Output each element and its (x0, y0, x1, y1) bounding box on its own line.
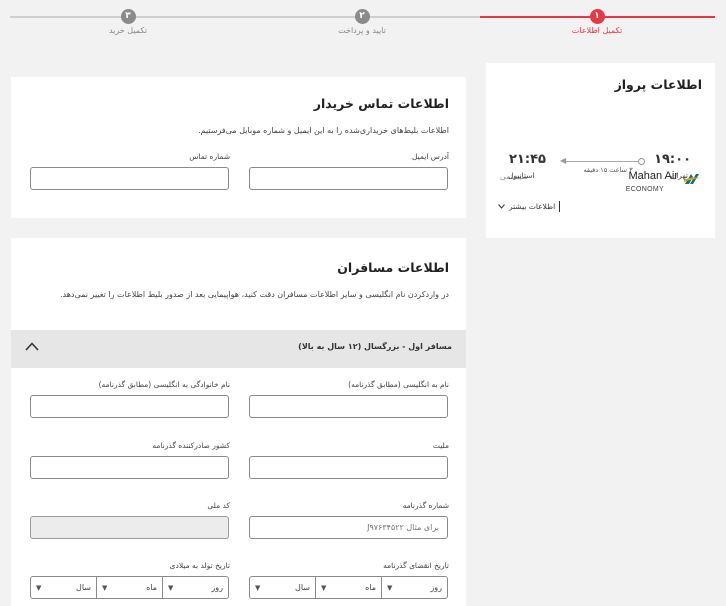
more-info-toggle[interactable]: اطلاعات بیشتر (498, 201, 561, 212)
departure-time: ۱۹:۰۰ (654, 152, 691, 167)
issuing-country-field[interactable] (30, 456, 229, 479)
step-label: تکمیل خرید (108, 26, 148, 35)
progress-stepper: ۱ تکمیل اطلاعات ۲ تایید و پرداخت ۳ تکمیل… (0, 0, 726, 46)
step-number: ۱ (589, 9, 605, 24)
phone-field[interactable] (30, 167, 229, 190)
step-number: ۳ (120, 9, 136, 24)
arrival-time: ۲۱:۴۵ (509, 152, 546, 167)
chevron-up-icon[interactable] (25, 342, 39, 351)
text-cursor (559, 201, 561, 212)
caret-down-icon: ▼ (321, 583, 327, 592)
chevron-down-icon (498, 204, 505, 209)
passport-number-field[interactable] (249, 516, 448, 539)
contact-title: اطلاعات تماس خریدار (313, 96, 449, 111)
expiry-month-select[interactable]: ماه ▼ (315, 577, 381, 598)
flight-info-card: اطلاعات پرواز Mahan Air ECONOMY سیستمی ۱… (486, 63, 715, 238)
route-origin-dot (638, 158, 645, 165)
route-line (562, 161, 642, 162)
caret-down-icon: ▼ (168, 583, 174, 592)
flight-duration: ۳ ساعت ۱۵ دقیقه (583, 166, 633, 174)
step-confirm-pay[interactable]: ۲ تایید و پرداخت (302, 9, 422, 35)
caret-down-icon: ▼ (255, 583, 261, 592)
departure-city: تهران (670, 171, 688, 180)
passenger-title: مسافر اول - بزرگسال (۱۲ سال به بالا) (298, 342, 452, 351)
nationality-label: ملیت (432, 441, 449, 450)
more-info-label: اطلاعات بیشتر (509, 202, 556, 211)
passenger-info-card: اطلاعات مسافران در واردکردن نام انگلیسی … (11, 238, 466, 606)
first-name-field[interactable] (249, 395, 448, 418)
email-field[interactable] (249, 167, 448, 190)
cabin-class: ECONOMY (625, 186, 664, 193)
caret-down-icon: ▼ (102, 583, 108, 592)
first-name-label: نام به انگلیسی (مطابق گذرنامه) (348, 380, 449, 389)
passport-expiry-label: تاریخ انقضای گذرنامه (383, 561, 449, 570)
issuing-country-label: کشور صادرکننده گذرنامه (152, 441, 230, 450)
step-label: تایید و پرداخت (338, 26, 386, 35)
flight-info-title: اطلاعات پرواز (614, 77, 702, 92)
passengers-description: در واردکردن نام انگلیسی و سایر اطلاعات م… (59, 290, 449, 299)
step-label: تکمیل اطلاعات (571, 26, 623, 35)
expiry-year-select[interactable]: سال ▼ (250, 577, 315, 598)
expiry-day-select[interactable]: روز ▼ (381, 577, 447, 598)
last-name-label: نام خانوادگی به انگلیسی (مطابق گذرنامه) (98, 380, 230, 389)
step-complete-purchase[interactable]: ۳ تکمیل خرید (68, 9, 188, 35)
passport-number-label: شماره گذرنامه (402, 501, 449, 510)
birth-date-label: تاریخ تولد به میلادی (169, 561, 230, 570)
nationality-field[interactable] (249, 456, 448, 479)
step-number: ۲ (354, 9, 370, 24)
last-name-field[interactable] (30, 395, 229, 418)
passport-expiry-date: روز ▼ ماه ▼ سال ▼ (249, 576, 448, 599)
birth-date: روز ▼ ماه ▼ سال ▼ (30, 576, 229, 599)
step-complete-info[interactable]: ۱ تکمیل اطلاعات (537, 9, 657, 35)
birth-day-select[interactable]: روز ▼ (162, 577, 228, 598)
birth-month-select[interactable]: ماه ▼ (96, 577, 162, 598)
contact-description: اطلاعات بلیط‌های خریداری‌شده را به این ا… (198, 126, 449, 135)
caret-down-icon: ▼ (36, 583, 42, 592)
passengers-title: اطلاعات مسافران (337, 260, 449, 275)
arrow-left-icon: ◀ (560, 156, 567, 165)
national-code-label: کد ملی (207, 501, 230, 510)
passenger-accordion-header[interactable]: مسافر اول - بزرگسال (۱۲ سال به بالا) (11, 330, 466, 368)
email-label: آدرس ایمیل (411, 152, 449, 161)
phone-label: شماره تماس (189, 152, 230, 161)
birth-year-select[interactable]: سال ▼ (31, 577, 96, 598)
buyer-contact-card: اطلاعات تماس خریدار اطلاعات بلیط‌های خری… (11, 77, 466, 218)
national-code-field[interactable] (30, 516, 229, 539)
arrival-city: استانبول (508, 171, 535, 180)
caret-down-icon: ▼ (387, 583, 393, 592)
